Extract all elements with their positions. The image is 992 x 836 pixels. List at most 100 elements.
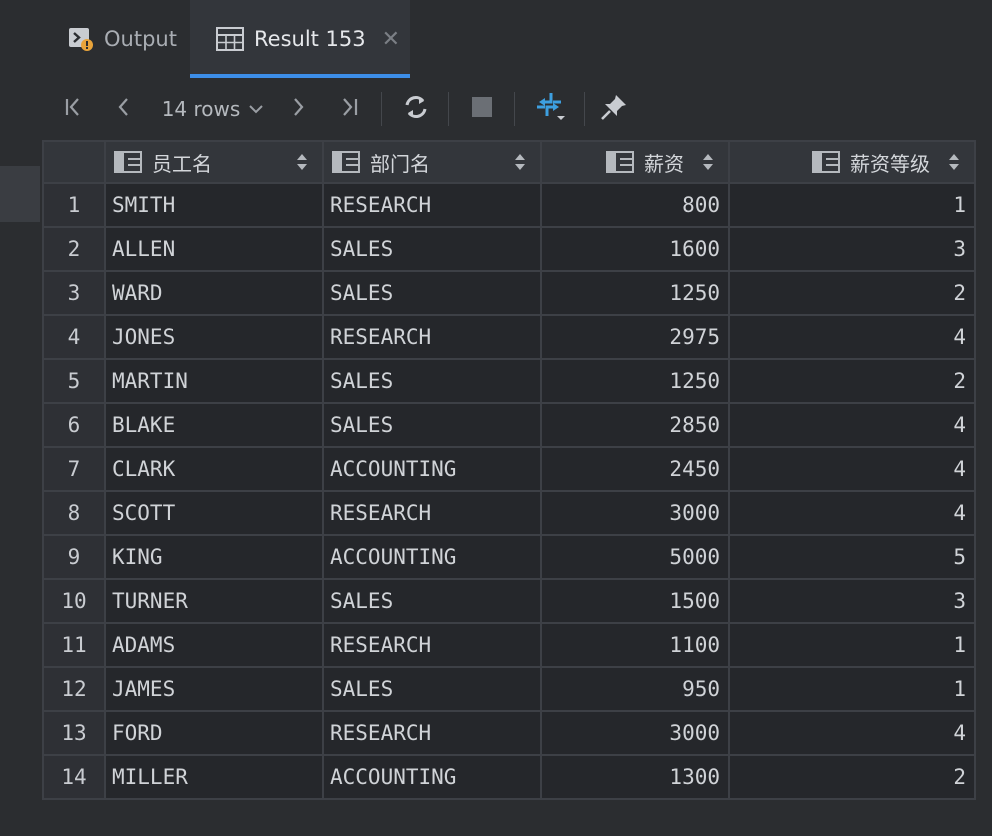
cell-employee-name[interactable]: KING bbox=[104, 534, 324, 580]
table-row[interactable]: 7 CLARK ACCOUNTING 2450 4 bbox=[42, 446, 976, 492]
column-header-employee[interactable]: 员工名 bbox=[104, 140, 324, 184]
cell-employee-name[interactable]: JAMES bbox=[104, 666, 324, 712]
tab-output[interactable]: Output bbox=[68, 0, 177, 78]
pin-button[interactable] bbox=[596, 78, 632, 140]
cell-salary-grade[interactable]: 1 bbox=[728, 182, 976, 228]
cell-department[interactable]: RESEARCH bbox=[322, 622, 542, 668]
cell-employee-name[interactable]: MARTIN bbox=[104, 358, 324, 404]
row-number[interactable]: 8 bbox=[42, 490, 106, 536]
cell-department[interactable]: SALES bbox=[322, 578, 542, 624]
cell-employee-name[interactable]: CLARK bbox=[104, 446, 324, 492]
cell-department[interactable]: RESEARCH bbox=[322, 490, 542, 536]
compare-button[interactable] bbox=[530, 78, 570, 140]
cell-employee-name[interactable]: JONES bbox=[104, 314, 324, 360]
table-row[interactable]: 11 ADAMS RESEARCH 1100 1 bbox=[42, 622, 976, 668]
sort-icon[interactable] bbox=[514, 153, 526, 171]
row-number[interactable]: 2 bbox=[42, 226, 106, 272]
table-row[interactable]: 8 SCOTT RESEARCH 3000 4 bbox=[42, 490, 976, 536]
cell-department[interactable]: ACCOUNTING bbox=[322, 534, 542, 580]
cell-department[interactable]: SALES bbox=[322, 402, 542, 448]
cell-employee-name[interactable]: MILLER bbox=[104, 754, 324, 800]
last-page-button[interactable] bbox=[333, 78, 365, 140]
row-number[interactable]: 7 bbox=[42, 446, 106, 492]
cell-salary-grade[interactable]: 4 bbox=[728, 402, 976, 448]
cell-salary[interactable]: 2450 bbox=[540, 446, 730, 492]
cell-salary-grade[interactable]: 3 bbox=[728, 226, 976, 272]
cell-salary-grade[interactable]: 4 bbox=[728, 490, 976, 536]
row-number[interactable]: 9 bbox=[42, 534, 106, 580]
row-number[interactable]: 11 bbox=[42, 622, 106, 668]
sort-icon[interactable] bbox=[948, 153, 960, 171]
cell-salary[interactable]: 3000 bbox=[540, 710, 730, 756]
cell-salary-grade[interactable]: 2 bbox=[728, 358, 976, 404]
row-number[interactable]: 10 bbox=[42, 578, 106, 624]
cell-salary-grade[interactable]: 3 bbox=[728, 578, 976, 624]
cell-department[interactable]: SALES bbox=[322, 270, 542, 316]
cell-employee-name[interactable]: BLAKE bbox=[104, 402, 324, 448]
tab-result[interactable]: Result 153 ✕ bbox=[190, 0, 410, 78]
cell-department[interactable]: SALES bbox=[322, 666, 542, 712]
table-row[interactable]: 10 TURNER SALES 1500 3 bbox=[42, 578, 976, 624]
row-number[interactable]: 14 bbox=[42, 754, 106, 800]
cell-salary-grade[interactable]: 1 bbox=[728, 666, 976, 712]
sort-icon[interactable] bbox=[702, 153, 714, 171]
cell-salary-grade[interactable]: 1 bbox=[728, 622, 976, 668]
rows-selector[interactable]: 14 rows bbox=[158, 78, 268, 140]
table-row[interactable]: 6 BLAKE SALES 2850 4 bbox=[42, 402, 976, 448]
close-icon[interactable]: ✕ bbox=[382, 27, 400, 52]
cell-salary-grade[interactable]: 4 bbox=[728, 710, 976, 756]
stop-button[interactable] bbox=[465, 78, 499, 140]
row-number[interactable]: 3 bbox=[42, 270, 106, 316]
cell-employee-name[interactable]: TURNER bbox=[104, 578, 324, 624]
cell-salary[interactable]: 2850 bbox=[540, 402, 730, 448]
prev-page-button[interactable] bbox=[110, 78, 138, 140]
cell-employee-name[interactable]: FORD bbox=[104, 710, 324, 756]
cell-department[interactable]: RESEARCH bbox=[322, 710, 542, 756]
cell-department[interactable]: SALES bbox=[322, 226, 542, 272]
table-row[interactable]: 4 JONES RESEARCH 2975 4 bbox=[42, 314, 976, 360]
cell-department[interactable]: RESEARCH bbox=[322, 182, 542, 228]
table-row[interactable]: 13 FORD RESEARCH 3000 4 bbox=[42, 710, 976, 756]
table-row[interactable]: 1 SMITH RESEARCH 800 1 bbox=[42, 182, 976, 228]
cell-employee-name[interactable]: ADAMS bbox=[104, 622, 324, 668]
cell-department[interactable]: RESEARCH bbox=[322, 314, 542, 360]
cell-salary[interactable]: 5000 bbox=[540, 534, 730, 580]
cell-salary-grade[interactable]: 2 bbox=[728, 754, 976, 800]
next-page-button[interactable] bbox=[284, 78, 312, 140]
first-page-button[interactable] bbox=[58, 78, 90, 140]
cell-employee-name[interactable]: WARD bbox=[104, 270, 324, 316]
cell-salary[interactable]: 800 bbox=[540, 182, 730, 228]
cell-department[interactable]: ACCOUNTING bbox=[322, 754, 542, 800]
cell-salary[interactable]: 1250 bbox=[540, 358, 730, 404]
cell-department[interactable]: SALES bbox=[322, 358, 542, 404]
row-number[interactable]: 6 bbox=[42, 402, 106, 448]
cell-salary-grade[interactable]: 4 bbox=[728, 446, 976, 492]
cell-salary-grade[interactable]: 4 bbox=[728, 314, 976, 360]
cell-salary[interactable]: 950 bbox=[540, 666, 730, 712]
column-header-salary[interactable]: 薪资 bbox=[540, 140, 730, 184]
sort-icon[interactable] bbox=[296, 153, 308, 171]
column-header-salary-grade[interactable]: 薪资等级 bbox=[728, 140, 976, 184]
cell-employee-name[interactable]: SMITH bbox=[104, 182, 324, 228]
row-number[interactable]: 5 bbox=[42, 358, 106, 404]
column-header-department[interactable]: 部门名 bbox=[322, 140, 542, 184]
cell-employee-name[interactable]: ALLEN bbox=[104, 226, 324, 272]
cell-salary[interactable]: 1500 bbox=[540, 578, 730, 624]
cell-salary[interactable]: 3000 bbox=[540, 490, 730, 536]
row-number[interactable]: 4 bbox=[42, 314, 106, 360]
refresh-button[interactable] bbox=[398, 78, 434, 140]
cell-department[interactable]: ACCOUNTING bbox=[322, 446, 542, 492]
table-row[interactable]: 5 MARTIN SALES 1250 2 bbox=[42, 358, 976, 404]
table-row[interactable]: 14 MILLER ACCOUNTING 1300 2 bbox=[42, 754, 976, 800]
table-row[interactable]: 2 ALLEN SALES 1600 3 bbox=[42, 226, 976, 272]
row-number-header[interactable] bbox=[42, 140, 106, 184]
table-row[interactable]: 3 WARD SALES 1250 2 bbox=[42, 270, 976, 316]
cell-salary[interactable]: 1100 bbox=[540, 622, 730, 668]
row-number[interactable]: 13 bbox=[42, 710, 106, 756]
cell-salary[interactable]: 1600 bbox=[540, 226, 730, 272]
cell-salary-grade[interactable]: 2 bbox=[728, 270, 976, 316]
cell-salary[interactable]: 2975 bbox=[540, 314, 730, 360]
row-number[interactable]: 12 bbox=[42, 666, 106, 712]
row-number[interactable]: 1 bbox=[42, 182, 106, 228]
table-row[interactable]: 9 KING ACCOUNTING 5000 5 bbox=[42, 534, 976, 580]
